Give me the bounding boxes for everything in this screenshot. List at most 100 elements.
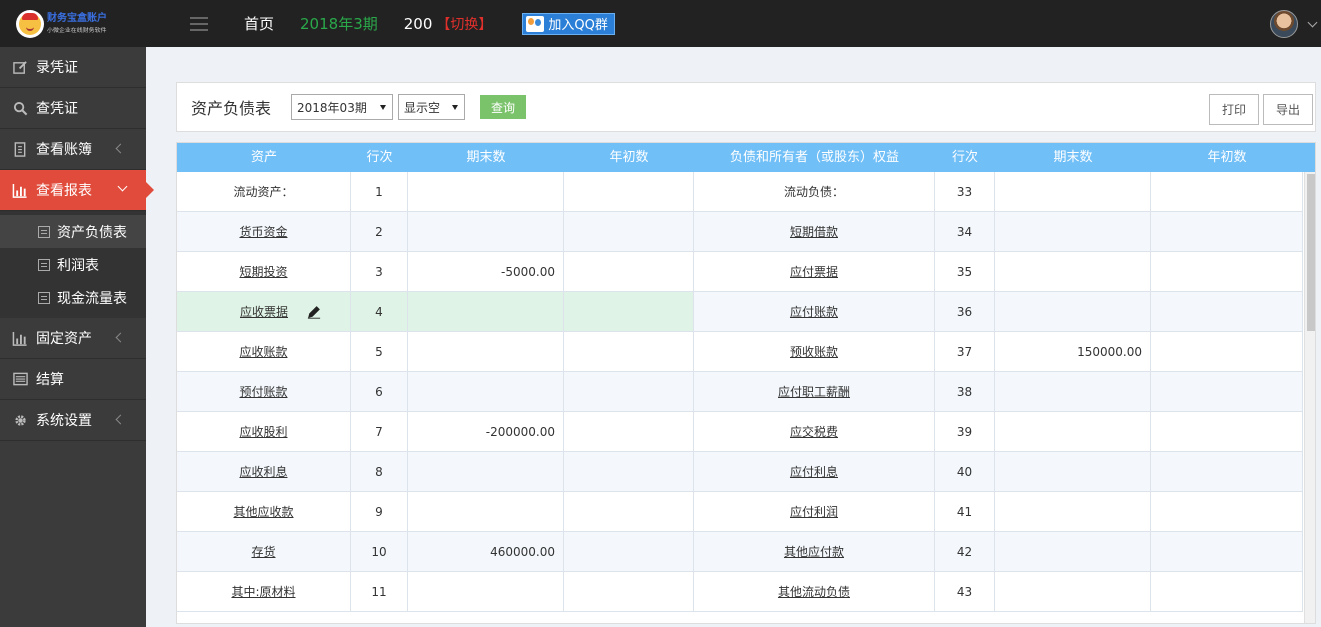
period-end-cell[interactable]: 150000.00 bbox=[995, 332, 1151, 372]
asset-name-cell: 预付账款 bbox=[177, 372, 351, 412]
period-end-cell[interactable] bbox=[995, 412, 1151, 452]
sidebar-item-search-voucher[interactable]: 查凭证 bbox=[0, 88, 146, 129]
year-begin-cell[interactable] bbox=[564, 292, 694, 332]
period-end-cell[interactable] bbox=[995, 452, 1151, 492]
period-end-cell[interactable] bbox=[995, 492, 1151, 532]
period-end-cell[interactable] bbox=[995, 572, 1151, 612]
qq-group-icon bbox=[526, 15, 545, 32]
nav-home-link[interactable]: 首页 bbox=[244, 13, 274, 34]
export-button[interactable]: 导出 bbox=[1263, 94, 1313, 125]
period-end-cell[interactable] bbox=[995, 532, 1151, 572]
period-end-cell[interactable] bbox=[408, 332, 564, 372]
year-begin-cell[interactable] bbox=[564, 532, 694, 572]
period-end-cell[interactable] bbox=[408, 372, 564, 412]
year-begin-cell[interactable] bbox=[1151, 372, 1303, 412]
liability-item-link[interactable]: 应付利息 bbox=[790, 465, 838, 479]
asset-item-link[interactable]: 应收票据 bbox=[240, 305, 288, 319]
liability-item-link[interactable]: 应付职工薪酬 bbox=[778, 385, 850, 399]
asset-item-link[interactable]: 应收账款 bbox=[239, 345, 287, 359]
period-end-cell[interactable] bbox=[995, 212, 1151, 252]
top-bar: 财务宝盒账户 小微企业在线财务软件 首页 2018年3期 200 【切换】 加入… bbox=[0, 0, 1321, 47]
asset-item-link[interactable]: 预付账款 bbox=[239, 385, 287, 399]
logo[interactable]: 财务宝盒账户 小微企业在线财务软件 bbox=[0, 0, 146, 47]
period-end-cell[interactable]: -5000.00 bbox=[408, 252, 564, 292]
year-begin-cell[interactable] bbox=[564, 572, 694, 612]
period-end-cell[interactable] bbox=[408, 452, 564, 492]
year-begin-cell[interactable] bbox=[1151, 212, 1303, 252]
join-qq-group-button[interactable]: 加入QQ群 bbox=[522, 12, 615, 35]
year-begin-cell[interactable] bbox=[564, 452, 694, 492]
sidebar-item-view-ledger[interactable]: 查看账簿 bbox=[0, 129, 146, 170]
period-end-cell[interactable] bbox=[995, 372, 1151, 412]
period-end-cell[interactable] bbox=[995, 252, 1151, 292]
pencil-edit-icon[interactable] bbox=[307, 305, 321, 319]
asset-item-link[interactable]: 其他应收款 bbox=[233, 505, 293, 519]
year-begin-cell[interactable] bbox=[1151, 412, 1303, 452]
asset-name-cell: 短期投资 bbox=[177, 252, 351, 292]
asset-item-link[interactable]: 应收利息 bbox=[239, 465, 287, 479]
hamburger-menu-icon[interactable] bbox=[190, 16, 208, 31]
year-begin-cell[interactable] bbox=[1151, 172, 1303, 212]
asset-name-cell: 流动资产： bbox=[177, 172, 351, 212]
period-end-cell[interactable] bbox=[995, 172, 1151, 212]
year-begin-cell[interactable] bbox=[1151, 252, 1303, 292]
liability-item-link[interactable]: 应交税费 bbox=[790, 425, 838, 439]
year-begin-cell[interactable] bbox=[1151, 492, 1303, 532]
switch-account-link[interactable]: 【切换】 bbox=[436, 14, 492, 34]
vertical-scrollbar[interactable] bbox=[1304, 172, 1315, 623]
liability-item-link[interactable]: 其他流动负债 bbox=[778, 585, 850, 599]
asset-item-link[interactable]: 应收股利 bbox=[239, 425, 287, 439]
year-begin-cell[interactable] bbox=[564, 212, 694, 252]
asset-item-link[interactable]: 其中:原材料 bbox=[231, 585, 295, 599]
sidebar-item-settlement[interactable]: 结算 bbox=[0, 359, 146, 400]
period-end-cell[interactable] bbox=[408, 172, 564, 212]
period-end-cell[interactable]: 460000.00 bbox=[408, 532, 564, 572]
year-begin-cell[interactable] bbox=[1151, 292, 1303, 332]
year-begin-cell[interactable] bbox=[564, 412, 694, 452]
query-button[interactable]: 查询 bbox=[480, 95, 527, 119]
sidebar-item-fixed-assets[interactable]: 固定资产 bbox=[0, 318, 146, 359]
asset-name-cell: 应收利息 bbox=[177, 452, 351, 492]
liability-item-link[interactable]: 应付利润 bbox=[790, 505, 838, 519]
period-select[interactable]: 2018年03期 bbox=[291, 94, 394, 120]
period-end-cell[interactable] bbox=[408, 492, 564, 532]
year-begin-cell[interactable] bbox=[1151, 452, 1303, 492]
asset-item-link[interactable]: 存货 bbox=[251, 545, 275, 559]
liability-item-link[interactable]: 短期借款 bbox=[790, 225, 838, 239]
year-begin-cell[interactable] bbox=[1151, 532, 1303, 572]
period-end-cell[interactable] bbox=[408, 292, 564, 332]
year-begin-cell[interactable] bbox=[564, 332, 694, 372]
period-end-cell[interactable] bbox=[408, 572, 564, 612]
period-end-cell[interactable]: -200000.00 bbox=[408, 412, 564, 452]
asset-item-link[interactable]: 短期投资 bbox=[239, 265, 287, 279]
year-begin-cell[interactable] bbox=[564, 372, 694, 412]
year-begin-cell[interactable] bbox=[1151, 572, 1303, 612]
account-code: 200 bbox=[403, 14, 433, 33]
liability-item-link[interactable]: 其他应付款 bbox=[784, 545, 844, 559]
sidebar-item-system-settings[interactable]: 系统设置 bbox=[0, 400, 146, 441]
scrollbar-thumb[interactable] bbox=[1307, 174, 1315, 331]
sidebar-item-view-reports[interactable]: 查看报表 bbox=[0, 170, 154, 211]
submenu-balance-sheet[interactable]: 资产负债表 bbox=[0, 215, 146, 248]
asset-name-cell: 应收票据 bbox=[177, 292, 351, 332]
show-empty-select[interactable]: 显示空 bbox=[398, 94, 466, 120]
year-begin-cell[interactable] bbox=[564, 172, 694, 212]
liability-item-link[interactable]: 预收账款 bbox=[790, 345, 838, 359]
row-number-cell: 11 bbox=[351, 572, 408, 612]
print-button[interactable]: 打印 bbox=[1209, 94, 1259, 125]
submenu-income-statement[interactable]: 利润表 bbox=[0, 248, 146, 281]
liability-item-link[interactable]: 应付账款 bbox=[790, 305, 838, 319]
sidebar-item-enter-voucher[interactable]: 录凭证 bbox=[0, 47, 146, 88]
period-end-cell[interactable] bbox=[995, 292, 1151, 332]
year-begin-cell[interactable] bbox=[564, 492, 694, 532]
table-row: 其中:原材料 11 其他流动负债 43 bbox=[177, 572, 1303, 612]
asset-item-link[interactable]: 货币资金 bbox=[239, 225, 287, 239]
liability-item-link[interactable]: 应付票据 bbox=[790, 265, 838, 279]
year-begin-cell[interactable] bbox=[564, 252, 694, 292]
row-number-cell: 9 bbox=[351, 492, 408, 532]
user-avatar[interactable] bbox=[1270, 10, 1298, 38]
submenu-cash-flow-statement[interactable]: 现金流量表 bbox=[0, 281, 146, 314]
period-end-cell[interactable] bbox=[408, 212, 564, 252]
sidebar-item-label: 查看账簿 bbox=[36, 142, 92, 158]
year-begin-cell[interactable] bbox=[1151, 332, 1303, 372]
